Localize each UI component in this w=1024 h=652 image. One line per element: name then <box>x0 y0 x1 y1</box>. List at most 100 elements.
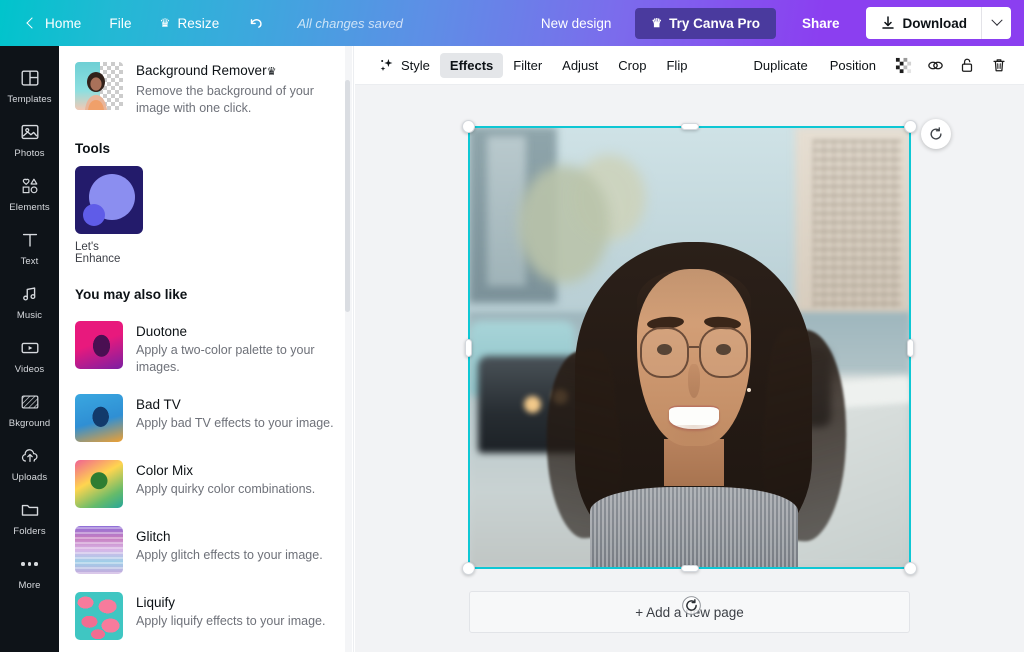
background-icon <box>19 391 41 413</box>
sidebar-item-elements[interactable]: Elements <box>0 166 59 220</box>
sidebar-item-text[interactable]: Text <box>0 220 59 274</box>
list-item[interactable]: Duotone Apply a two-color palette to you… <box>75 312 337 385</box>
sidebar-item-templates[interactable]: Templates <box>0 58 59 112</box>
effect-name: Liquify <box>136 594 325 612</box>
position-button[interactable]: Position <box>820 53 886 78</box>
tab-adjust[interactable]: Adjust <box>552 53 608 78</box>
list-item[interactable]: Liquify Apply liquify effects to your im… <box>75 583 337 649</box>
panel-scrollbar-thumb[interactable] <box>345 80 350 312</box>
panel-scrollbar-track[interactable] <box>345 46 352 652</box>
text-icon <box>19 229 41 251</box>
rotate-handle[interactable] <box>921 119 951 149</box>
resize-handle-bottom[interactable] <box>681 565 699 572</box>
photo-glasses-lens-left <box>640 327 689 378</box>
delete-button[interactable] <box>984 50 1014 80</box>
resize-handle-bottom-right[interactable] <box>904 562 917 575</box>
list-item[interactable]: Color Mix Apply quirky color combination… <box>75 451 337 517</box>
tools-row: Let's Enhance <box>75 166 337 265</box>
resize-handle-right[interactable] <box>907 339 914 357</box>
tab-label: Filter <box>513 58 542 73</box>
design-page[interactable] <box>469 127 910 568</box>
sidebar-item-uploads[interactable]: Uploads <box>0 436 59 490</box>
resize-button[interactable]: ♛ Resize <box>146 10 234 37</box>
lock-button[interactable] <box>952 50 982 80</box>
templates-icon <box>19 67 41 89</box>
share-button[interactable]: Share <box>786 8 856 39</box>
sidebar-item-folders[interactable]: Folders <box>0 490 59 544</box>
tool-lets-enhance[interactable]: Let's Enhance <box>75 166 143 265</box>
photos-icon <box>19 121 41 143</box>
link-button[interactable] <box>920 50 950 80</box>
resize-handle-left[interactable] <box>465 339 472 357</box>
add-new-page-button[interactable]: + Add a new page <box>469 591 910 633</box>
sidebar-item-label: Text <box>21 256 39 267</box>
save-status: All changes saved <box>297 16 403 31</box>
tab-flip[interactable]: Flip <box>656 53 697 78</box>
resize-handle-top-left[interactable] <box>462 120 475 133</box>
resize-handle-top-right[interactable] <box>904 120 917 133</box>
effect-name: Color Mix <box>136 462 315 480</box>
resize-label: Resize <box>177 16 219 31</box>
download-icon <box>880 15 896 31</box>
effects-panel: Background Remover♛ Remove the backgroun… <box>59 46 354 652</box>
transparency-icon <box>895 57 912 74</box>
resize-handle-top[interactable] <box>681 123 699 130</box>
tool-label: Let's Enhance <box>75 241 143 265</box>
sidebar-item-photos[interactable]: Photos <box>0 112 59 166</box>
download-options-button[interactable] <box>981 7 1011 39</box>
sidebar-item-label: Music <box>17 310 42 321</box>
list-item[interactable]: Bad TV Apply bad TV effects to your imag… <box>75 385 337 451</box>
effect-description: Apply liquify effects to your image. <box>136 613 325 630</box>
canvas-area[interactable]: + Add a new page <box>355 85 1024 652</box>
position-label: Position <box>830 58 876 73</box>
tab-crop[interactable]: Crop <box>608 53 656 78</box>
download-button[interactable]: Download <box>866 7 982 39</box>
tab-effects[interactable]: Effects <box>440 53 503 78</box>
lock-icon <box>958 56 976 74</box>
tab-style[interactable]: Style <box>369 52 440 78</box>
undo-button[interactable] <box>233 8 279 38</box>
crown-icon: ♛ <box>160 17 171 29</box>
tab-label: Effects <box>450 58 493 73</box>
promo-texts: Background Remover♛ Remove the backgroun… <box>136 62 337 117</box>
list-item-texts: Liquify Apply liquify effects to your im… <box>136 592 325 630</box>
new-design-button[interactable]: New design <box>527 9 626 38</box>
file-menu-button[interactable]: File <box>95 10 145 37</box>
sidebar-item-label: Photos <box>14 148 44 159</box>
rotate-icon <box>927 125 945 143</box>
crown-icon: ♛ <box>651 17 662 29</box>
sidebar-item-label: Videos <box>15 364 44 375</box>
list-item-texts: Glitch Apply glitch effects to your imag… <box>136 526 323 564</box>
tab-label: Crop <box>618 58 646 73</box>
photo-earring <box>747 388 751 392</box>
panel-scroll-region: Background Remover♛ Remove the backgroun… <box>59 46 353 652</box>
resize-handle-bottom-left[interactable] <box>462 562 475 575</box>
try-pro-label: Try Canva Pro <box>669 16 760 31</box>
link-icon <box>926 56 945 75</box>
effects-list: Duotone Apply a two-color palette to you… <box>75 312 337 652</box>
sidebar-item-music[interactable]: Music <box>0 274 59 328</box>
music-icon <box>19 283 41 305</box>
top-bar-right-group: New design ♛ Try Canva Pro Share Downloa… <box>527 7 1024 39</box>
sidebar-item-videos[interactable]: Videos <box>0 328 59 382</box>
list-item[interactable]: Glitch Apply glitch effects to your imag… <box>75 517 337 583</box>
sidebar-item-background[interactable]: Bkground <box>0 382 59 436</box>
home-button[interactable]: Home <box>14 10 95 37</box>
page-tools-group <box>825 101 1024 123</box>
object-toolbar: Style Effects Filter Adjust Crop Flip Du… <box>355 46 1024 85</box>
elements-icon <box>19 175 41 197</box>
photo-bokeh-light <box>524 396 541 413</box>
selected-image[interactable] <box>469 127 910 568</box>
tab-filter[interactable]: Filter <box>503 53 552 78</box>
duplicate-button[interactable]: Duplicate <box>744 53 818 78</box>
background-remover-promo[interactable]: Background Remover♛ Remove the backgroun… <box>75 58 337 119</box>
photo-chin <box>664 425 723 452</box>
transparency-button[interactable] <box>888 50 918 80</box>
try-canva-pro-button[interactable]: ♛ Try Canva Pro <box>635 8 776 39</box>
object-toolbar-right-group: Duplicate Position <box>744 50 1014 80</box>
lets-enhance-tile-icon <box>75 166 143 234</box>
sidebar-item-more[interactable]: More <box>0 544 59 598</box>
duplicate-label: Duplicate <box>754 58 808 73</box>
promo-description: Remove the background of your image with… <box>136 83 337 117</box>
sidebar-item-label: Templates <box>7 94 51 105</box>
